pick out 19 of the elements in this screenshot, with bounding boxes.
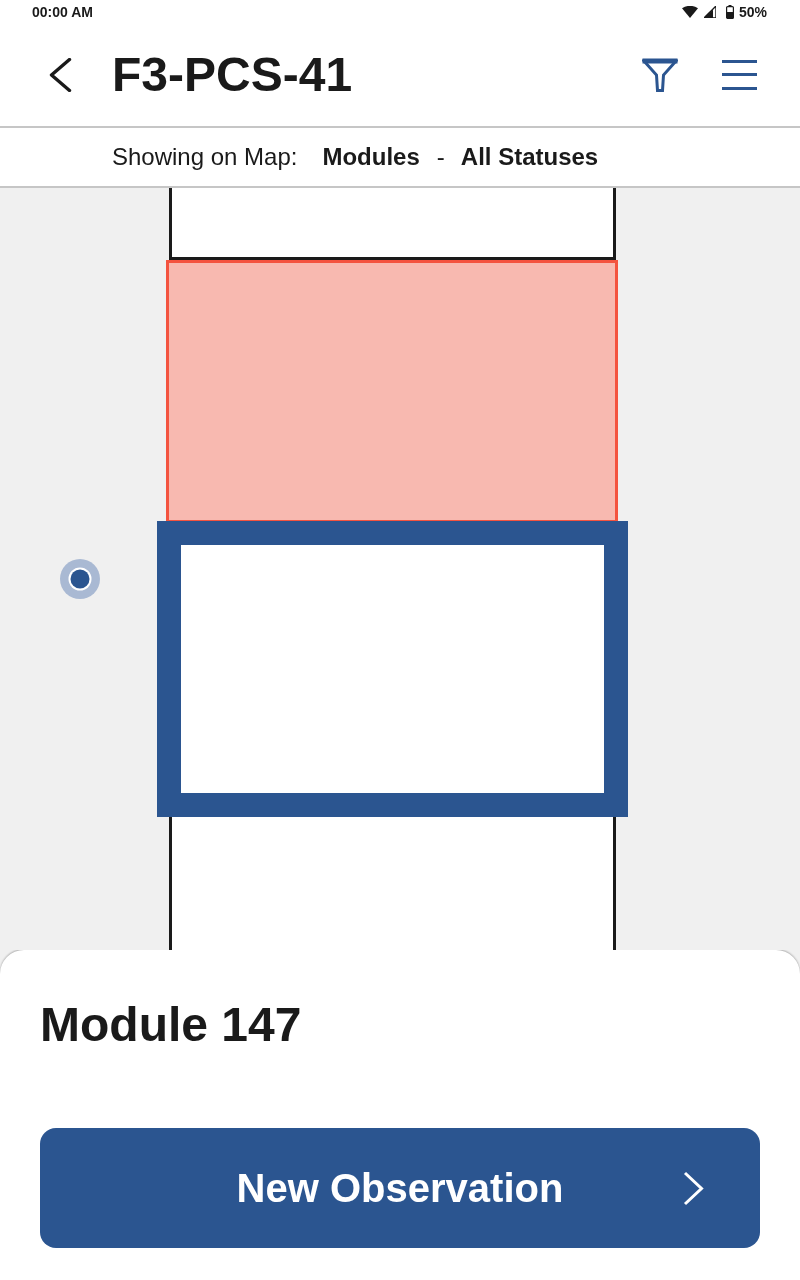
map-module[interactable] [157, 521, 628, 817]
map-module[interactable] [169, 188, 616, 260]
battery-icon [725, 5, 734, 19]
signal-icon [703, 6, 716, 18]
wifi-icon [681, 6, 698, 18]
battery-percent: 50% [738, 4, 767, 20]
map-filter-label: Showing on Map: [112, 143, 298, 171]
new-observation-button[interactable]: New Observation [40, 1128, 760, 1248]
separator-text: - [436, 143, 445, 171]
page-title: F3-PCS-41 [112, 47, 353, 103]
map-layer-value[interactable]: Modules [322, 143, 420, 171]
status-filter-value[interactable]: All Statuses [460, 143, 599, 171]
location-dot-icon [60, 559, 100, 599]
status-time: 00:00 AM [32, 4, 93, 20]
chevron-right-icon [682, 1170, 704, 1206]
back-icon[interactable] [48, 58, 72, 92]
filter-icon[interactable] [642, 58, 678, 92]
module-title: Module 147 [40, 997, 302, 1053]
menu-icon[interactable] [722, 60, 757, 90]
